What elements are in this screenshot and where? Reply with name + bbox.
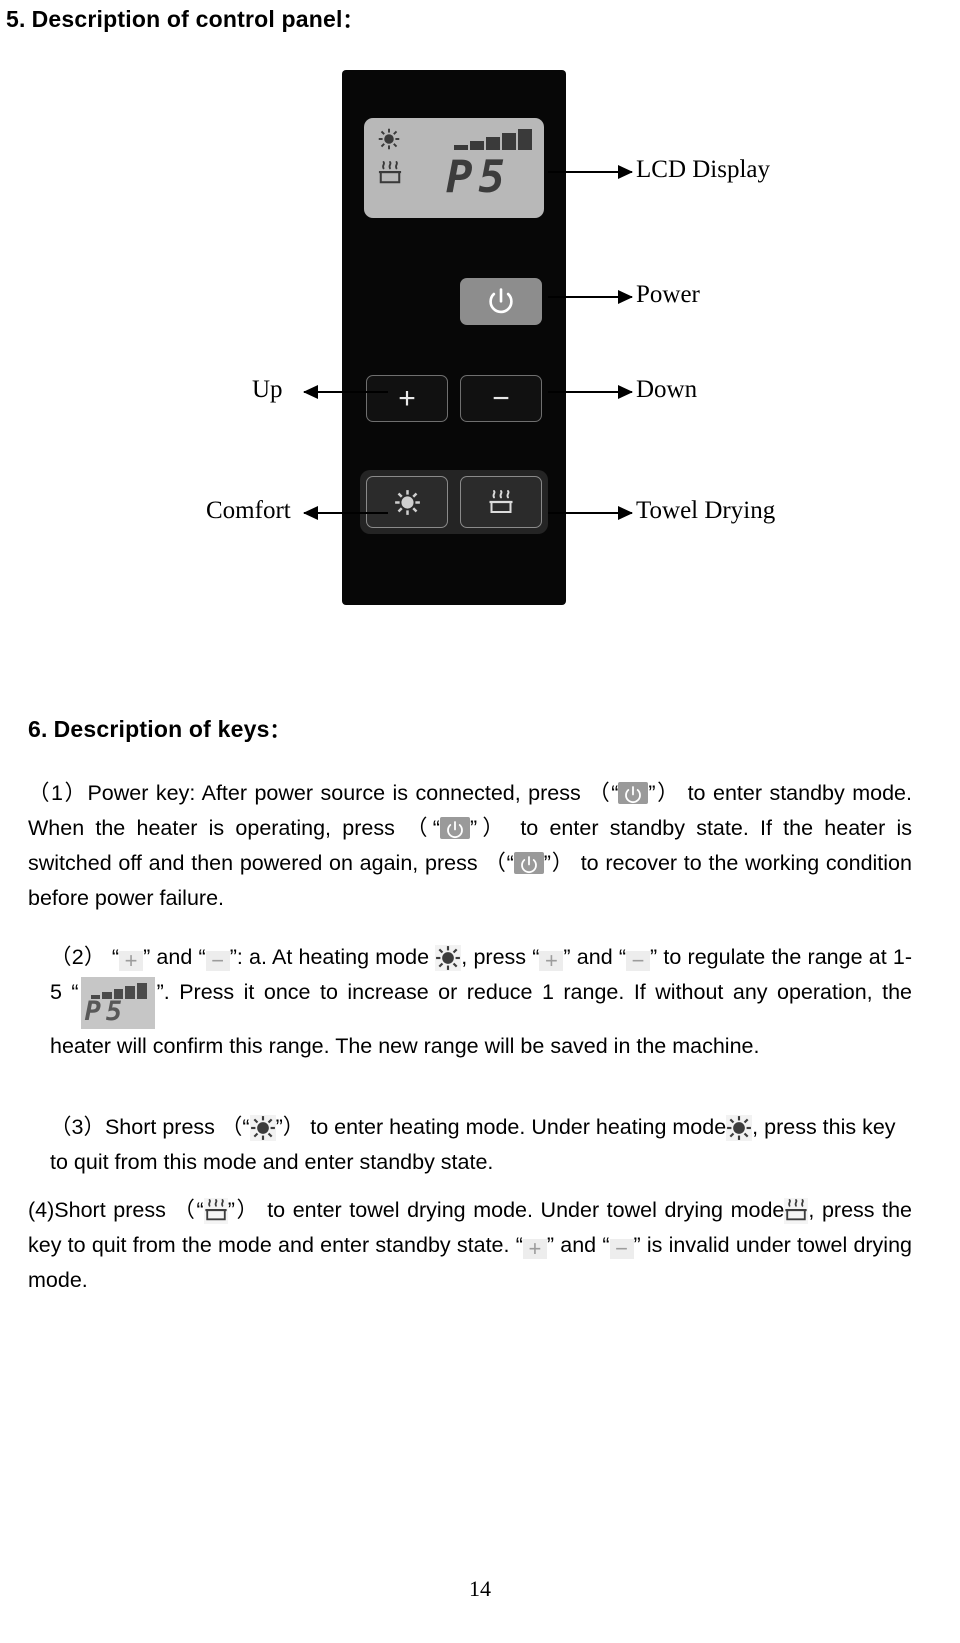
section-title: Description of control panel (31, 6, 343, 32)
down-button[interactable]: − (460, 375, 542, 422)
item-marker: （1） (28, 781, 88, 805)
sun-glyph (436, 946, 461, 970)
plus-icon: + (119, 950, 144, 972)
p5-display-icon: P5 (80, 977, 155, 1029)
paren-close: ”） (227, 1198, 260, 1222)
comfort-button[interactable] (366, 476, 448, 528)
control-panel-device: P5 + − (342, 70, 566, 605)
sun-icon (435, 945, 462, 971)
item-text: Power key: After power source is connect… (87, 781, 581, 805)
section-number: 5. (6, 6, 26, 32)
plus-icon: + (398, 381, 416, 415)
power-glyph (625, 786, 642, 804)
callout-arrow-down (548, 385, 633, 399)
towel-drying-button[interactable] (460, 476, 542, 528)
towel-drying-icon (489, 490, 513, 513)
paren-close: ”） (543, 851, 574, 875)
key-description-item-1: （1）Power key: After power source is conn… (28, 776, 912, 916)
sun-icon (394, 489, 420, 515)
item-marker: (4) (28, 1198, 55, 1222)
paren-open: （“ (220, 1115, 250, 1139)
item-text: Short press (104, 1115, 215, 1139)
callout-arrow-up (303, 385, 388, 399)
towel-glyph (785, 1199, 808, 1221)
item-text: ”. Press it once to increase or reduce 1… (50, 980, 913, 1058)
sun-icon (726, 1115, 753, 1141)
section-heading-control-panel: 5. Description of control panel： (6, 4, 363, 33)
power-button[interactable] (460, 278, 542, 325)
sun-icon (378, 128, 400, 150)
towel-drying-icon (203, 1198, 228, 1224)
minus-icon: − (205, 950, 230, 972)
paren-open: （“ (173, 1198, 204, 1222)
sun-glyph (727, 1116, 752, 1140)
section-title: Description of keys (53, 716, 270, 742)
power-icon (439, 817, 470, 839)
paren-open: （“ (406, 816, 440, 840)
key-description-item-4: (4)Short press （“ ”） to enter towel dryin… (28, 1193, 912, 1298)
callout-label-down: Down (636, 376, 698, 403)
quote-close-and: ” and “ (143, 945, 206, 969)
paren-open: （“ (588, 781, 619, 805)
paren-close: ”） (275, 1115, 305, 1139)
minus-icon: − (609, 1238, 634, 1260)
item-text: , press “ (461, 945, 540, 969)
item-text: Short press (54, 1198, 166, 1222)
control-panel-diagram: P5 + − LCD Display Power Down Towel Dryi… (0, 60, 960, 660)
callout-label-up: Up (252, 376, 283, 403)
callout-arrow-power (548, 290, 633, 304)
lcd-readout: P5 (446, 152, 511, 203)
section-colon: ： (342, 10, 363, 32)
callout-arrow-towel (548, 506, 633, 520)
item-marker: （3） (50, 1115, 105, 1139)
item-marker: （2） (50, 945, 106, 969)
key-description-item-3: （3）Short press （“ ”） to enter heating mod… (50, 1110, 912, 1180)
section-number: 6. (28, 716, 48, 742)
sun-glyph (250, 1116, 275, 1140)
p5-readout: P5 (84, 996, 128, 1027)
towel-drying-icon (378, 160, 402, 184)
callout-label-towel-drying: Towel Drying (636, 497, 776, 524)
key-description-item-2: （2） “+” and “−”: a. At heating mode , pr… (50, 940, 912, 1064)
paren-open: （“ (484, 851, 514, 875)
lcd-display: P5 (364, 118, 544, 218)
quote-open: “ (111, 945, 120, 969)
callout-arrow-comfort (303, 506, 388, 520)
sun-icon (249, 1115, 276, 1141)
power-icon (489, 287, 513, 313)
towel-glyph (205, 1199, 227, 1221)
item-text: ”: a. At heating mode (229, 945, 430, 969)
callout-arrow-lcd (548, 165, 633, 179)
item-text: to enter towel drying mode. Under towel … (267, 1198, 785, 1222)
minus-icon: − (492, 381, 510, 415)
item-text: to enter heating mode. Under heating mod… (310, 1115, 727, 1139)
paren-close: ”） (469, 816, 510, 840)
paren-close: ”） (648, 781, 681, 805)
towel-drying-icon (784, 1198, 809, 1224)
quote-close-and: ” and “ (563, 945, 627, 969)
lcd-level-bars (454, 126, 532, 150)
power-icon (513, 852, 544, 874)
minus-icon: − (626, 950, 651, 972)
plus-icon: + (522, 1238, 547, 1260)
callout-label-lcd: LCD Display (636, 156, 771, 183)
quote-close-and: ” and “ (546, 1233, 610, 1257)
callout-label-power: Power (636, 281, 700, 308)
page-number: 14 (469, 1576, 491, 1601)
power-glyph (520, 856, 537, 874)
up-button[interactable]: + (366, 375, 448, 422)
section-heading-keys: 6. Description of keys： (28, 714, 290, 743)
power-glyph (447, 821, 463, 839)
plus-icon: + (539, 950, 564, 972)
section-colon: ： (269, 720, 290, 742)
power-icon (618, 782, 649, 804)
callout-label-comfort: Comfort (206, 497, 291, 524)
